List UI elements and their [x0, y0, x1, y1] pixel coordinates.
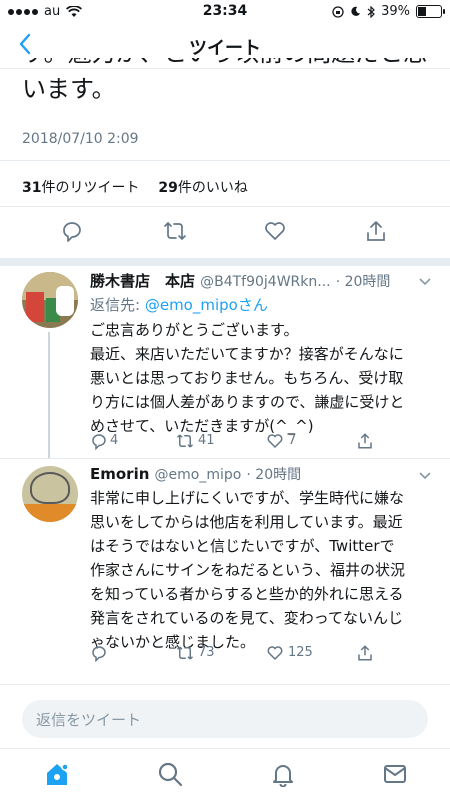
- share-icon[interactable]: [364, 219, 388, 243]
- handle[interactable]: @emo_mipo: [155, 467, 242, 483]
- battery-percent: 39%: [381, 4, 410, 19]
- divider: [0, 206, 450, 207]
- search-icon[interactable]: [157, 761, 183, 787]
- page-title: ツイート: [189, 38, 261, 59]
- home-icon[interactable]: [44, 761, 70, 787]
- reply-tweet[interactable]: Emorin @emo_mipo · 20時間 非常に申し上げにくいですが、学生…: [0, 460, 450, 678]
- section-gap: [0, 258, 450, 266]
- divider: [0, 458, 450, 459]
- composer-placeholder: 返信をツイート: [36, 711, 142, 729]
- like-heart-icon[interactable]: [263, 219, 287, 243]
- reply-text-line: 悪いとは思っておりません。もちろん、受け取: [90, 369, 404, 387]
- reply-text-line: 非常に申し上げにくいですが、学生時代に嫌な: [90, 489, 404, 507]
- retweet-count: 73: [198, 645, 215, 660]
- bluetooth-icon: [367, 5, 375, 18]
- status-right: 39%: [332, 4, 445, 19]
- reply-to-line: 返信先: @emo_mipoさん: [90, 294, 268, 315]
- reply-text: ご忠言ありがとうございます。 最近、来店いただいてますか？接客がそんなに 悪いと…: [90, 318, 440, 438]
- display-name[interactable]: 勝木書店 本店: [90, 272, 195, 290]
- chevron-down-icon[interactable]: [418, 274, 432, 288]
- reply-composer[interactable]: 返信をツイート: [22, 700, 428, 738]
- reply-text-line: 作家さんにサインをねだるという、福井の状況: [90, 561, 406, 579]
- like-heart-icon[interactable]: [266, 644, 284, 662]
- tweet-text-line-partial: す。魅力が、という以前の問題だと思: [22, 58, 432, 70]
- divider: [0, 684, 450, 685]
- tweet-timestamp: 2018/07/10 2:09: [22, 131, 139, 147]
- reply-text-line: はそうではないと信じたいですが、Twitterで: [90, 537, 395, 555]
- reply-tweet[interactable]: 勝木書店 本店 @B4Tf90j4WRkn... · 20時間 返信先: @em…: [0, 266, 450, 458]
- share-icon[interactable]: [356, 644, 374, 662]
- tweet-stats: 31件のリツイート 29件のいいね: [22, 177, 248, 197]
- reply-icon[interactable]: [90, 644, 108, 662]
- reply-count: 4: [110, 433, 119, 448]
- reply-text-line: 発言をされているのを見て、変わってないんじ: [90, 609, 404, 627]
- like-heart-icon[interactable]: [266, 432, 284, 450]
- avatar[interactable]: [22, 272, 78, 328]
- thread-line: [48, 332, 50, 458]
- retweet-count[interactable]: 31: [22, 180, 41, 196]
- reply-to-label: 返信先:: [90, 296, 141, 314]
- retweet-icon[interactable]: [176, 432, 194, 450]
- reply-text-line: 思いをしてからは他店を利用しています。最近: [90, 513, 403, 531]
- battery-icon: [416, 5, 445, 18]
- reply-text-line: ゃないかと感じました。: [90, 633, 256, 651]
- avatar[interactable]: [22, 466, 78, 522]
- reply-header: 勝木書店 本店 @B4Tf90j4WRkn... · 20時間: [90, 270, 390, 291]
- reply-time: · 20時間: [335, 274, 391, 290]
- divider: [0, 160, 450, 161]
- reply-time: · 20時間: [246, 467, 302, 483]
- messages-envelope-icon[interactable]: [382, 761, 408, 787]
- reply-text-line: ご忠言ありがとうございます。: [90, 321, 299, 339]
- retweet-count: 41: [198, 433, 215, 448]
- orientation-lock-icon: [332, 5, 344, 18]
- moon-icon: [351, 6, 361, 16]
- status-bar: au 23:34 39%: [0, 0, 450, 22]
- display-name[interactable]: Emorin: [90, 465, 149, 483]
- reply-text-line: 最近、来店いただいてますか？接客がそんなに: [90, 345, 404, 363]
- notifications-bell-icon[interactable]: [270, 761, 296, 787]
- reply-text-line: を知っている者からすると些か的外れに思える: [90, 585, 404, 603]
- retweet-icon[interactable]: [163, 219, 187, 243]
- reply-icon[interactable]: [90, 432, 108, 450]
- like-count-label: 件のいいね: [177, 180, 248, 196]
- reply-header: Emorin @emo_mipo · 20時間: [90, 464, 301, 484]
- reply-text-line: り方には個人差がありますので、謙虚に受けと: [90, 393, 405, 411]
- handle[interactable]: @B4Tf90j4WRkn...: [200, 274, 331, 290]
- retweet-count-label: 件のリツイート: [41, 180, 140, 196]
- like-count: 7: [288, 433, 297, 448]
- reply-to-mention[interactable]: @emo_mipoさん: [145, 296, 268, 314]
- tweet-actions: [0, 219, 450, 249]
- tweet-text: す。魅力が、という以前の問題だと思 います。: [22, 58, 432, 120]
- share-icon[interactable]: [356, 432, 374, 450]
- reply-icon[interactable]: [60, 219, 84, 243]
- like-count: 125: [288, 645, 313, 660]
- reply-text: 非常に申し上げにくいですが、学生時代に嫌な 思いをしてからは他店を利用しています…: [90, 486, 440, 654]
- chevron-down-icon[interactable]: [418, 468, 432, 482]
- reply-text-line: めさせて、いただきますが(^_^): [90, 417, 314, 435]
- tweet-text-line: います。: [22, 75, 116, 103]
- like-count[interactable]: 29: [158, 180, 177, 196]
- tab-bar: [0, 748, 450, 801]
- retweet-icon[interactable]: [176, 644, 194, 662]
